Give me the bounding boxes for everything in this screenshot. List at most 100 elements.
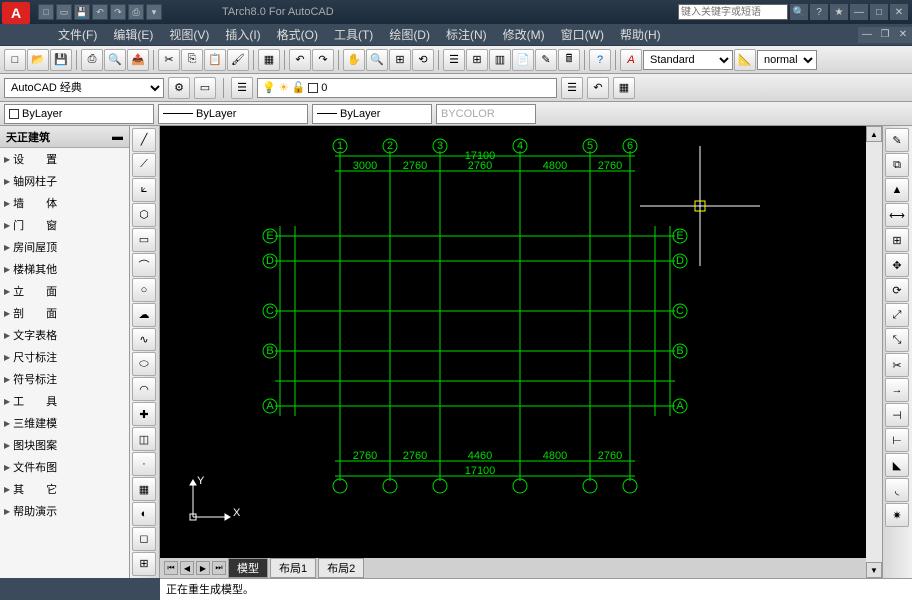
- zoom-prev-icon[interactable]: ⟲: [412, 49, 434, 71]
- print-icon[interactable]: ⎙: [81, 49, 103, 71]
- save-icon[interactable]: 💾: [74, 4, 90, 20]
- menu-draw[interactable]: 绘图(D): [381, 24, 438, 45]
- open-icon[interactable]: ▭: [56, 4, 72, 20]
- sheet-set-icon[interactable]: 📄: [512, 49, 534, 71]
- rectangle-icon[interactable]: ▭: [132, 228, 156, 252]
- block-icon[interactable]: ▦: [258, 49, 280, 71]
- doc-restore-button[interactable]: ❐: [876, 27, 894, 43]
- zoom-realtime-icon[interactable]: 🔍: [366, 49, 388, 71]
- tab-next-icon[interactable]: ▶: [196, 561, 210, 575]
- hatch-icon[interactable]: ▦: [132, 477, 156, 501]
- undo-icon[interactable]: ↶: [92, 4, 108, 20]
- circle-icon[interactable]: ○: [132, 278, 156, 302]
- scale-icon[interactable]: ⤢: [885, 303, 909, 327]
- rotate-icon[interactable]: ⟳: [885, 278, 909, 302]
- fillet-icon[interactable]: ◟: [885, 478, 909, 502]
- erase-icon[interactable]: ✎: [885, 128, 909, 152]
- move-icon[interactable]: ✥: [885, 253, 909, 277]
- menu-format[interactable]: 格式(O): [269, 24, 326, 45]
- sidebar-item-elevation[interactable]: ▶立 面: [0, 280, 129, 302]
- sidebar-item-layout[interactable]: ▶文件布图: [0, 456, 129, 478]
- offset-icon[interactable]: ⟷: [885, 203, 909, 227]
- qat-dropdown-icon[interactable]: ▾: [146, 4, 162, 20]
- make-block-icon[interactable]: ◫: [132, 427, 156, 451]
- table-icon[interactable]: ⊞: [132, 552, 156, 576]
- sidebar-item-stairs[interactable]: ▶楼梯其他: [0, 258, 129, 280]
- sidebar-item-tools[interactable]: ▶工 具: [0, 390, 129, 412]
- new-file-icon[interactable]: □: [4, 49, 26, 71]
- sidebar-item-room[interactable]: ▶房间屋顶: [0, 236, 129, 258]
- app-logo[interactable]: A: [2, 2, 30, 24]
- menu-edit[interactable]: 编辑(E): [105, 24, 161, 45]
- sidebar-item-dimension[interactable]: ▶尺寸标注: [0, 346, 129, 368]
- textstyle-a-icon[interactable]: A: [620, 49, 642, 71]
- layer-manager-icon[interactable]: ☰: [231, 77, 253, 99]
- menu-view[interactable]: 视图(V): [161, 24, 217, 45]
- insert-block-icon[interactable]: ✚: [132, 402, 156, 426]
- construction-line-icon[interactable]: ⟋: [132, 153, 156, 177]
- doc-minimize-button[interactable]: —: [858, 27, 876, 43]
- sidebar-item-3d[interactable]: ▶三维建模: [0, 412, 129, 434]
- sidebar-item-other[interactable]: ▶其 它: [0, 478, 129, 500]
- line-icon[interactable]: ╱: [132, 128, 156, 152]
- tab-model[interactable]: 模型: [228, 558, 268, 578]
- zoom-window-icon[interactable]: ⊞: [389, 49, 411, 71]
- menu-tools[interactable]: 工具(T): [326, 24, 381, 45]
- tab-last-icon[interactable]: ⏭: [212, 561, 226, 575]
- sidebar-item-door[interactable]: ▶门 窗: [0, 214, 129, 236]
- paste-icon[interactable]: 📋: [204, 49, 226, 71]
- vertical-scrollbar[interactable]: ▲ ▼: [866, 126, 882, 578]
- lineweight-combo[interactable]: ByLayer: [312, 104, 432, 124]
- help-toolbar-icon[interactable]: ?: [589, 49, 611, 71]
- layer-combo[interactable]: 💡 ☀ 🔓 0: [257, 78, 557, 98]
- maximize-button[interactable]: □: [870, 4, 888, 20]
- ellipse-arc-icon[interactable]: ◠: [132, 377, 156, 401]
- explode-icon[interactable]: ✷: [885, 503, 909, 527]
- chamfer-icon[interactable]: ◣: [885, 453, 909, 477]
- menu-file[interactable]: 文件(F): [50, 24, 105, 45]
- calc-icon[interactable]: 🖩: [558, 49, 580, 71]
- revcloud-icon[interactable]: ☁: [132, 303, 156, 327]
- minimize-button[interactable]: —: [850, 4, 868, 20]
- dimstyle-icon[interactable]: 📐: [734, 49, 756, 71]
- help-icon[interactable]: ?: [810, 4, 828, 20]
- sidebar-item-symbol[interactable]: ▶符号标注: [0, 368, 129, 390]
- sidebar-item-wall[interactable]: ▶墙 体: [0, 192, 129, 214]
- sidebar-close-icon[interactable]: ▬: [112, 131, 123, 143]
- polygon-icon[interactable]: ⬡: [132, 203, 156, 227]
- textstyle-select[interactable]: Standard: [643, 50, 733, 70]
- pan-icon[interactable]: ✋: [343, 49, 365, 71]
- sidebar-item-block[interactable]: ▶图块图案: [0, 434, 129, 456]
- sidebar-item-axis[interactable]: ▶轴网柱子: [0, 170, 129, 192]
- publish-icon[interactable]: 📤: [127, 49, 149, 71]
- copy-icon[interactable]: ⎘: [181, 49, 203, 71]
- workspace-select[interactable]: AutoCAD 经典: [4, 78, 164, 98]
- color-combo[interactable]: ByLayer: [4, 104, 154, 124]
- command-line[interactable]: 正在重生成模型。: [160, 578, 912, 600]
- drawing-canvas[interactable]: 12 34 56 AB CD E AB CD E 30002760 276048…: [160, 126, 866, 558]
- redo-icon[interactable]: ↷: [110, 4, 126, 20]
- design-center-icon[interactable]: ⊞: [466, 49, 488, 71]
- redo-icon[interactable]: ↷: [312, 49, 334, 71]
- print-preview-icon[interactable]: 🔍: [104, 49, 126, 71]
- cut-icon[interactable]: ✂: [158, 49, 180, 71]
- sidebar-item-section[interactable]: ▶剖 面: [0, 302, 129, 324]
- region-icon[interactable]: ◻: [132, 527, 156, 551]
- array-icon[interactable]: ⊞: [885, 228, 909, 252]
- linetype-combo[interactable]: ByLayer: [158, 104, 308, 124]
- search-icon[interactable]: 🔍: [790, 4, 808, 20]
- layer-iso-icon[interactable]: ▦: [613, 77, 635, 99]
- menu-help[interactable]: 帮助(H): [612, 24, 669, 45]
- point-icon[interactable]: ·: [132, 452, 156, 476]
- sidebar-item-settings[interactable]: ▶设 置: [0, 148, 129, 170]
- arc-icon[interactable]: ⌒: [132, 253, 156, 277]
- print-icon[interactable]: ⎙: [128, 4, 144, 20]
- join-icon[interactable]: ⊢: [885, 428, 909, 452]
- tab-prev-icon[interactable]: ◀: [180, 561, 194, 575]
- dimstyle-select[interactable]: normal: [757, 50, 817, 70]
- mirror-icon[interactable]: ▲: [885, 178, 909, 202]
- layer-states-icon[interactable]: ☰: [561, 77, 583, 99]
- copy-obj-icon[interactable]: ⧉: [885, 153, 909, 177]
- sidebar-item-help[interactable]: ▶帮助演示: [0, 500, 129, 522]
- trim-icon[interactable]: ✂: [885, 353, 909, 377]
